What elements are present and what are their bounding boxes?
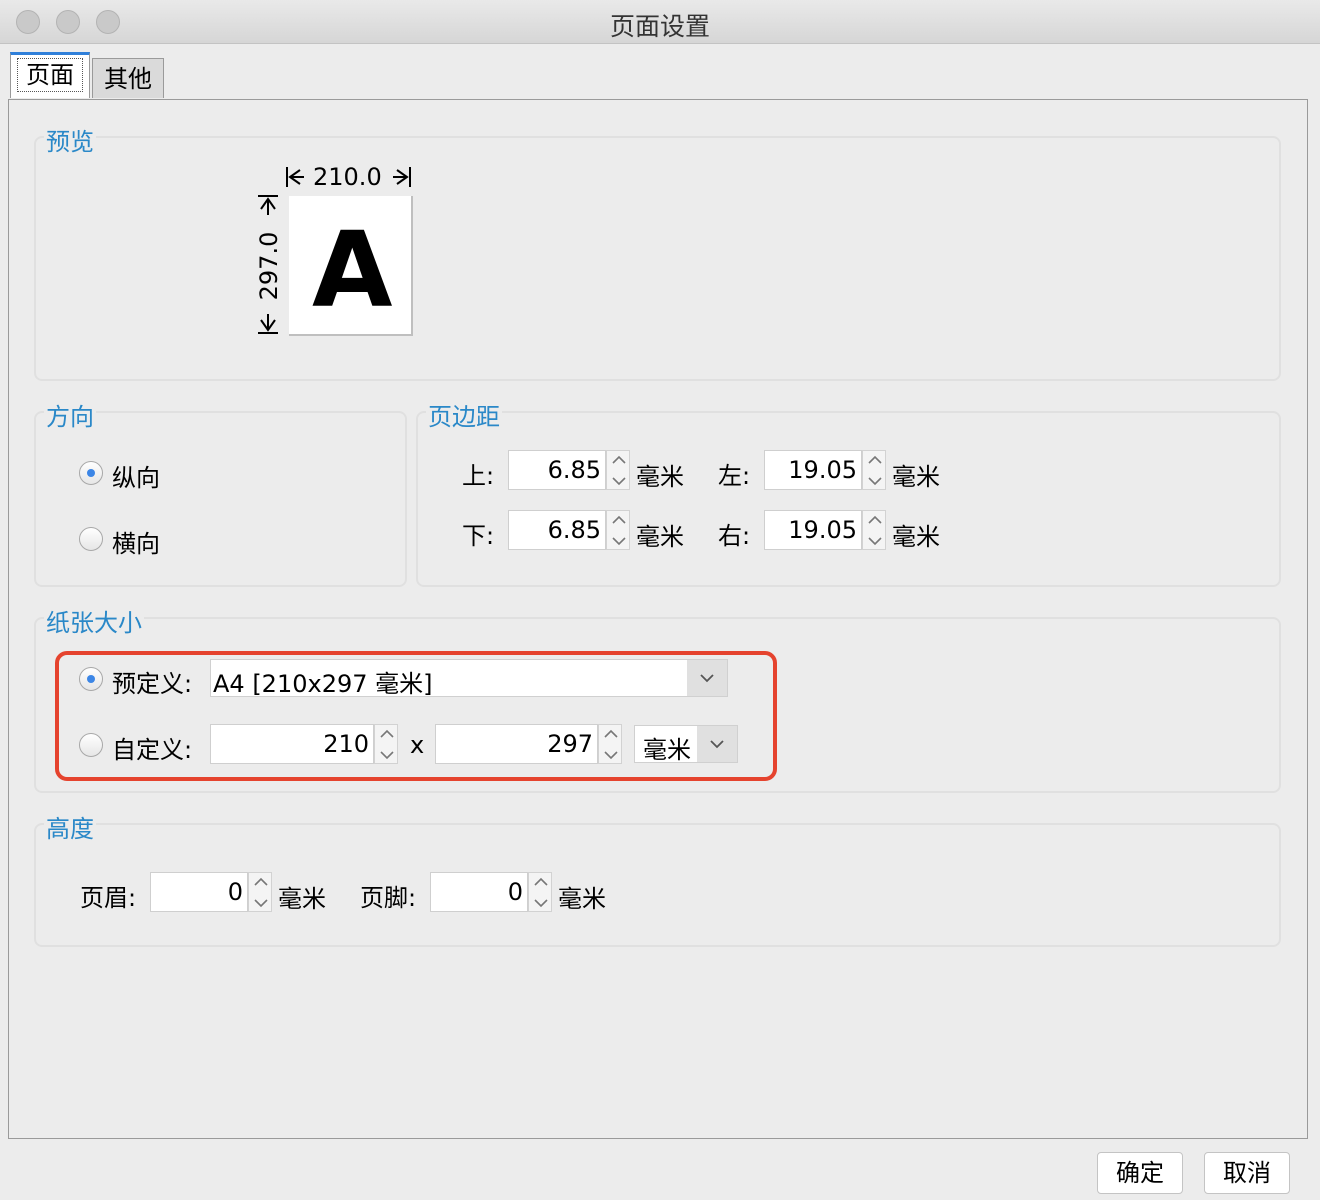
ok-button[interactable]: 确定	[1097, 1152, 1183, 1194]
stepper-down-icon[interactable]	[533, 897, 549, 909]
predefined-size-dropdown-button[interactable]	[687, 660, 727, 696]
custom-unit-dropdown-button[interactable]	[697, 726, 737, 762]
tab-page[interactable]: 页面	[10, 52, 90, 98]
margin-bottom-label: 下:	[462, 522, 495, 550]
footer-height-stepper[interactable]	[528, 872, 552, 912]
times-sign: x	[410, 731, 425, 759]
height-legend: 高度	[44, 809, 96, 844]
custom-unit-value: 毫米	[643, 736, 691, 764]
custom-label[interactable]: 自定义:	[112, 730, 192, 765]
stepper-down-icon[interactable]	[611, 535, 627, 547]
predefined-size-select[interactable]: A4 [210x297 毫米]	[210, 659, 728, 698]
predefined-label[interactable]: 预定义:	[112, 664, 192, 699]
margin-left-input[interactable]: 19.05	[764, 450, 862, 490]
margin-bottom-input[interactable]: 6.85	[508, 510, 606, 550]
header-height-label: 页眉:	[80, 884, 137, 912]
landscape-label[interactable]: 横向	[112, 524, 160, 559]
custom-width-stepper[interactable]	[374, 724, 398, 764]
chevron-down-icon	[700, 674, 714, 683]
custom-height-input[interactable]: 297	[435, 724, 598, 764]
paper-preview-glyph: A	[312, 209, 393, 331]
stepper-down-icon[interactable]	[379, 749, 395, 761]
chevron-down-icon	[710, 740, 724, 749]
orientation-legend: 方向	[44, 397, 96, 432]
preview-width-label: 210.0	[313, 163, 382, 191]
stepper-up-icon[interactable]	[379, 728, 395, 740]
margin-top-label: 上:	[462, 462, 495, 490]
portrait-label[interactable]: 纵向	[112, 458, 160, 493]
custom-radio[interactable]	[79, 733, 103, 757]
landscape-radio[interactable]	[79, 527, 103, 551]
orientation-group	[34, 411, 407, 587]
cancel-button[interactable]: 取消	[1204, 1152, 1290, 1194]
predefined-size-value: A4 [210x297 毫米]	[213, 670, 433, 698]
portrait-radio[interactable]	[79, 461, 103, 485]
margin-left-unit: 毫米	[892, 463, 940, 491]
header-height-stepper[interactable]	[248, 872, 272, 912]
margin-bottom-unit: 毫米	[636, 523, 684, 551]
paper-size-legend: 纸张大小	[44, 603, 144, 638]
header-height-input[interactable]: 0	[150, 872, 248, 912]
margin-top-unit: 毫米	[636, 463, 684, 491]
margin-left-label: 左:	[718, 462, 751, 490]
stepper-up-icon[interactable]	[867, 454, 883, 466]
stepper-up-icon[interactable]	[611, 454, 627, 466]
stepper-down-icon[interactable]	[603, 749, 619, 761]
preview-group	[34, 136, 1281, 381]
margin-top-input[interactable]: 6.85	[508, 450, 606, 490]
margins-group	[416, 411, 1281, 587]
margin-left-stepper[interactable]	[862, 450, 886, 490]
stepper-up-icon[interactable]	[867, 514, 883, 526]
window-title: 页面设置	[609, 12, 710, 41]
stepper-up-icon[interactable]	[603, 728, 619, 740]
margins-legend: 页边距	[426, 397, 502, 432]
stepper-down-icon[interactable]	[611, 475, 627, 487]
margin-right-input[interactable]: 19.05	[764, 510, 862, 550]
footer-height-label: 页脚:	[360, 884, 417, 912]
stepper-up-icon[interactable]	[533, 876, 549, 888]
footer-height-input[interactable]: 0	[430, 872, 528, 912]
margin-right-label: 右:	[718, 522, 751, 550]
stepper-down-icon[interactable]	[253, 897, 269, 909]
stepper-up-icon[interactable]	[253, 876, 269, 888]
footer-height-unit: 毫米	[558, 885, 606, 913]
custom-height-stepper[interactable]	[598, 724, 622, 764]
stepper-up-icon[interactable]	[611, 514, 627, 526]
header-height-unit: 毫米	[278, 885, 326, 913]
margin-right-stepper[interactable]	[862, 510, 886, 550]
margin-right-unit: 毫米	[892, 523, 940, 551]
preview-height-label: 297.0	[255, 231, 283, 301]
custom-width-input[interactable]: 210	[210, 724, 374, 764]
tab-other-label: 其他	[104, 65, 152, 93]
tab-other[interactable]: 其他	[92, 58, 164, 98]
margin-top-stepper[interactable]	[606, 450, 630, 490]
custom-unit-select[interactable]: 毫米	[634, 725, 738, 764]
title-bar: 页面设置	[0, 0, 1320, 44]
predefined-radio[interactable]	[79, 667, 103, 691]
margin-bottom-stepper[interactable]	[606, 510, 630, 550]
preview-legend: 预览	[44, 122, 96, 157]
stepper-down-icon[interactable]	[867, 535, 883, 547]
stepper-down-icon[interactable]	[867, 475, 883, 487]
tab-page-label: 页面	[17, 58, 83, 92]
